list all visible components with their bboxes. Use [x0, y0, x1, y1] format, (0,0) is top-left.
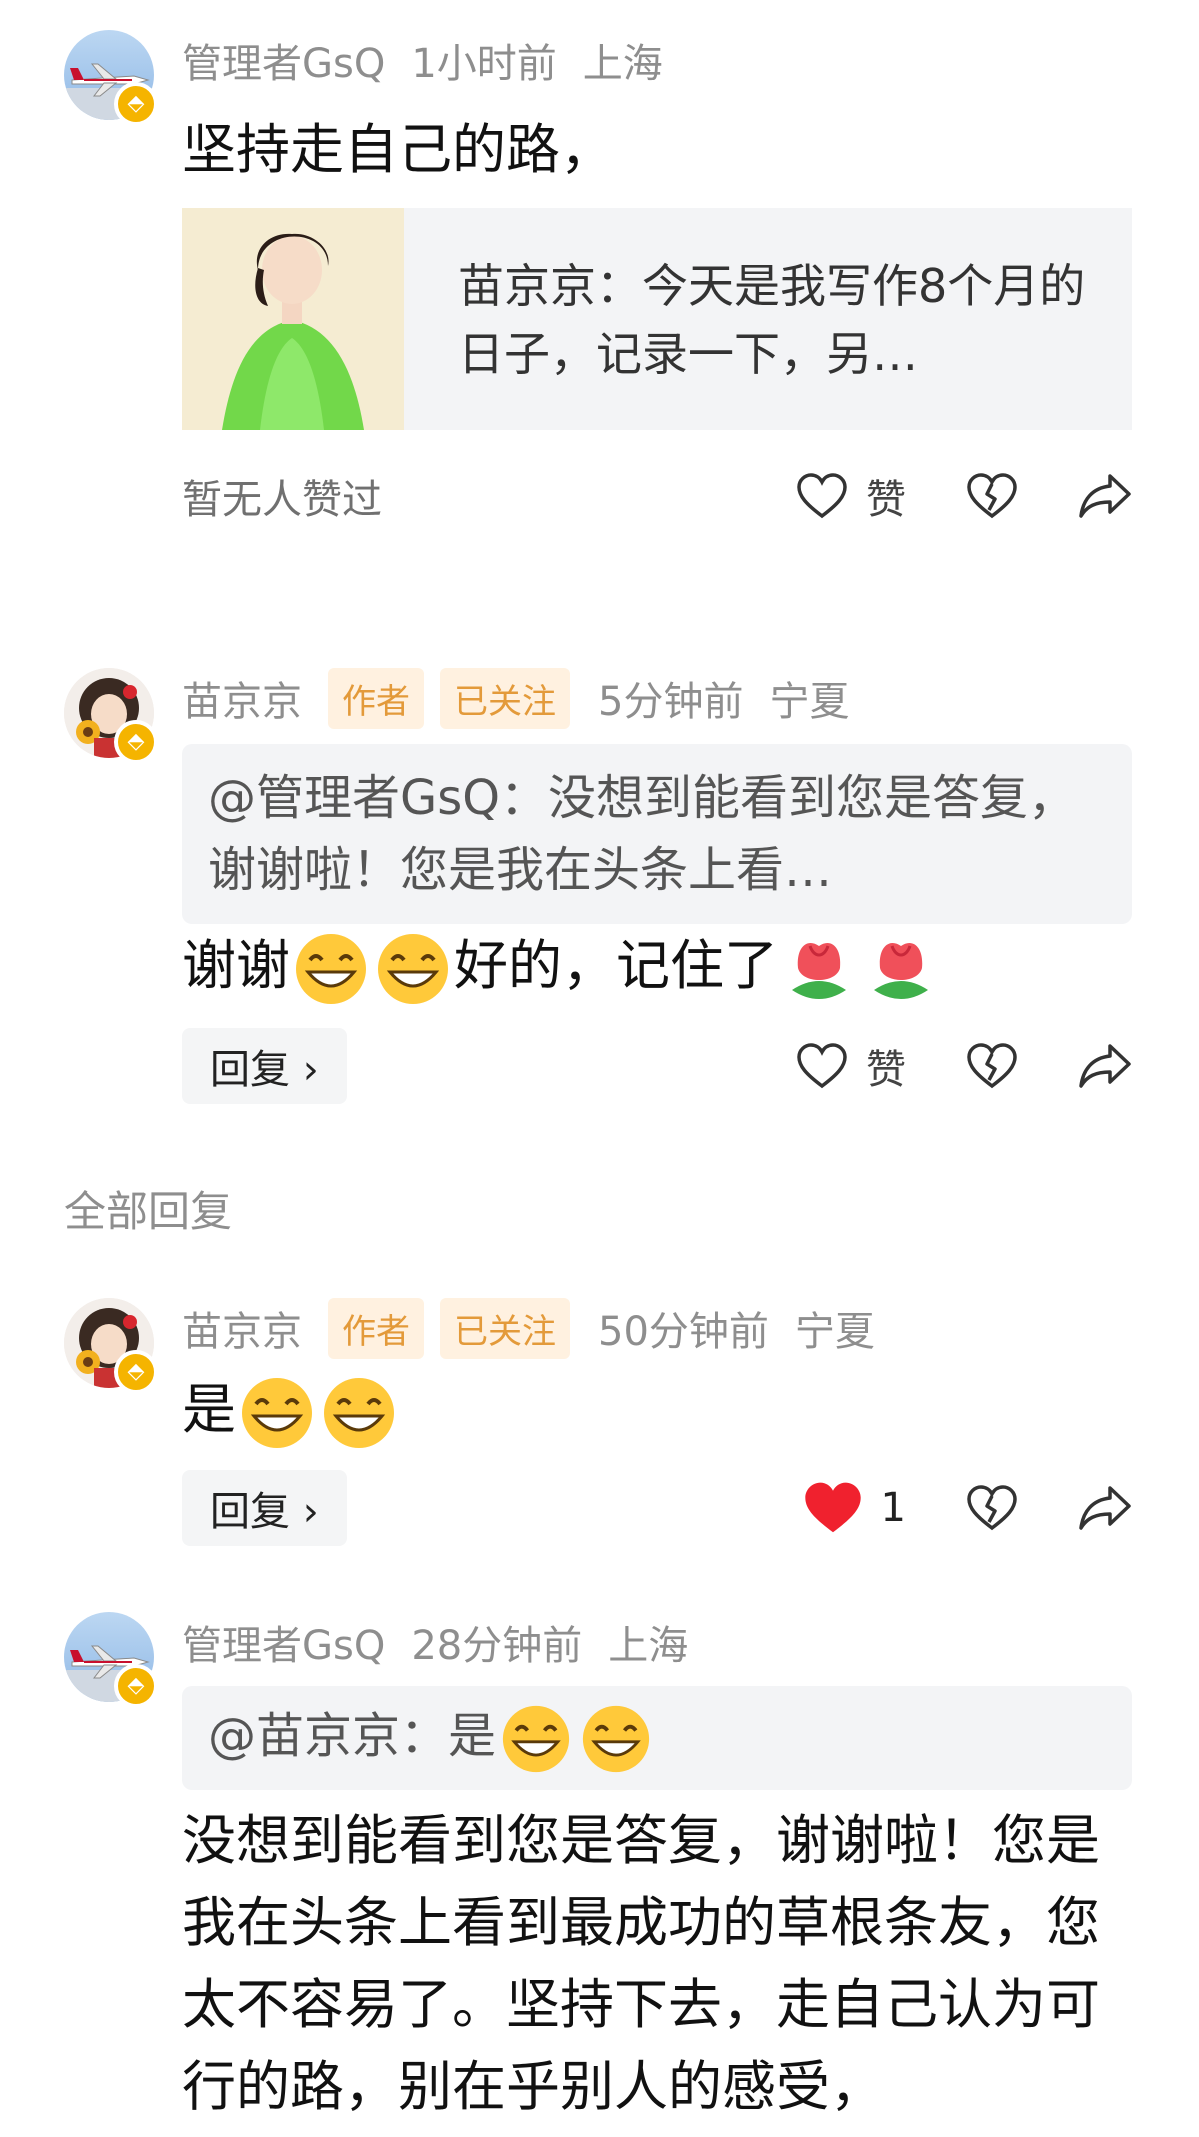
- broken-heart-icon: [967, 1043, 1017, 1089]
- comment-meta: 管理者GsQ 1小时前 上海: [182, 30, 689, 90]
- heart-outline-icon: [797, 473, 847, 519]
- verified-badge-icon: ⬘: [114, 82, 158, 126]
- quoted-comment[interactable]: @苗京京：是: [182, 1686, 1132, 1790]
- heart-outline-icon: [797, 1043, 847, 1089]
- tulip-emoji-icon: [792, 943, 846, 1000]
- share-icon: [1079, 1486, 1131, 1530]
- share-button[interactable]: [1078, 1484, 1132, 1532]
- like-button[interactable]: 1: [803, 1480, 906, 1536]
- comment-meta: 苗京京 作者 已关注 50分钟前 宁夏: [182, 1297, 901, 1359]
- comment-text-part: 谢谢: [182, 934, 290, 997]
- location: 上海: [608, 1623, 689, 1669]
- grin-emoji-icon: [242, 1378, 312, 1449]
- username[interactable]: 管理者GsQ: [182, 31, 385, 89]
- followed-tag: 已关注: [440, 667, 570, 729]
- timestamp: 28分钟前: [411, 1623, 583, 1669]
- like-count: 1: [880, 1485, 906, 1531]
- timestamp: 5分钟前: [598, 679, 744, 725]
- avatar[interactable]: ⬘: [64, 30, 158, 126]
- grin-emoji-icon: [582, 1705, 650, 1773]
- username[interactable]: 苗京京: [182, 1299, 302, 1357]
- comment-text: 坚持走自己的路，: [182, 118, 614, 181]
- avatar[interactable]: ⬘: [64, 668, 158, 764]
- location: 宁夏: [794, 1309, 875, 1355]
- share-icon: [1079, 1044, 1131, 1088]
- like-label: 赞: [866, 477, 906, 523]
- author-tag: 作者: [328, 1297, 424, 1359]
- followed-tag: 已关注: [440, 1297, 570, 1359]
- share-button[interactable]: [1078, 472, 1132, 520]
- username[interactable]: 苗京京: [182, 669, 302, 727]
- comment-text: 谢谢 好的，记住了: [182, 924, 1132, 1008]
- avatar[interactable]: ⬘: [64, 1298, 158, 1394]
- linked-article-card[interactable]: 苗京京：今天是我写作8个月的日子，记录一下，另…: [182, 208, 1132, 430]
- like-button[interactable]: 赞: [796, 1037, 906, 1095]
- comment-actions: 回复 › 赞: [182, 1026, 1132, 1106]
- grin-emoji-icon: [378, 934, 448, 1005]
- comment-text: 是: [182, 1368, 1132, 1452]
- all-replies-label: 全部回复: [64, 1187, 233, 1236]
- comment-meta: 管理者GsQ 28分钟前 上海: [182, 1612, 714, 1672]
- comment-actions: 回复 › 1: [182, 1468, 1132, 1548]
- quoted-text-part: @苗京京：是: [208, 1708, 497, 1764]
- heart-filled-icon: [804, 1482, 861, 1533]
- timestamp: 1小时前: [411, 41, 557, 87]
- username[interactable]: 管理者GsQ: [182, 1613, 385, 1671]
- verified-badge-icon: ⬘: [114, 1664, 158, 1708]
- grin-emoji-icon: [296, 934, 366, 1005]
- timestamp: 50分钟前: [598, 1309, 769, 1355]
- like-button[interactable]: 赞: [796, 467, 906, 525]
- broken-heart-icon: [967, 1485, 1017, 1531]
- like-label: 赞: [866, 1047, 906, 1093]
- like-summary: 暂无人赞过: [182, 477, 382, 523]
- comment-text: 没想到能看到您是答复，谢谢啦！您是我在头条上看到最成功的草根条友，您太不容易了。…: [182, 1809, 1100, 2118]
- avatar[interactable]: ⬘: [64, 1612, 158, 1708]
- article-thumbnail: [182, 208, 404, 430]
- comment-text-part: 好的，记住了: [454, 934, 778, 997]
- dislike-button[interactable]: [966, 472, 1018, 520]
- verified-badge-icon: ⬘: [114, 1350, 158, 1394]
- quoted-text: @管理者GsQ：没想到能看到您是答复，谢谢啦！您是我在头条上看…: [208, 770, 1076, 898]
- author-tag: 作者: [328, 667, 424, 729]
- comment-text-part: 是: [182, 1378, 236, 1441]
- grin-emoji-icon: [502, 1705, 570, 1773]
- reply-button[interactable]: 回复 ›: [182, 1028, 347, 1104]
- share-icon: [1079, 474, 1131, 518]
- dislike-button[interactable]: [966, 1042, 1018, 1090]
- share-button[interactable]: [1078, 1042, 1132, 1090]
- reply-button[interactable]: 回复 ›: [182, 1470, 347, 1546]
- location: 上海: [582, 41, 663, 87]
- location: 宁夏: [769, 679, 850, 725]
- grin-emoji-icon: [324, 1378, 394, 1449]
- quoted-text: @苗京京：是: [182, 1686, 1132, 1792]
- tulip-emoji-icon: [874, 943, 928, 1000]
- article-excerpt: 苗京京：今天是我写作8个月的日子，记录一下，另…: [458, 259, 1086, 381]
- quoted-comment[interactable]: @管理者GsQ：没想到能看到您是答复，谢谢啦！您是我在头条上看…: [182, 744, 1132, 924]
- broken-heart-icon: [967, 473, 1017, 519]
- comment-actions: 暂无人赞过 赞: [182, 456, 1132, 536]
- dislike-button[interactable]: [966, 1484, 1018, 1532]
- verified-badge-icon: ⬘: [114, 720, 158, 764]
- comment-meta: 苗京京 作者 已关注 5分钟前 宁夏: [182, 667, 875, 729]
